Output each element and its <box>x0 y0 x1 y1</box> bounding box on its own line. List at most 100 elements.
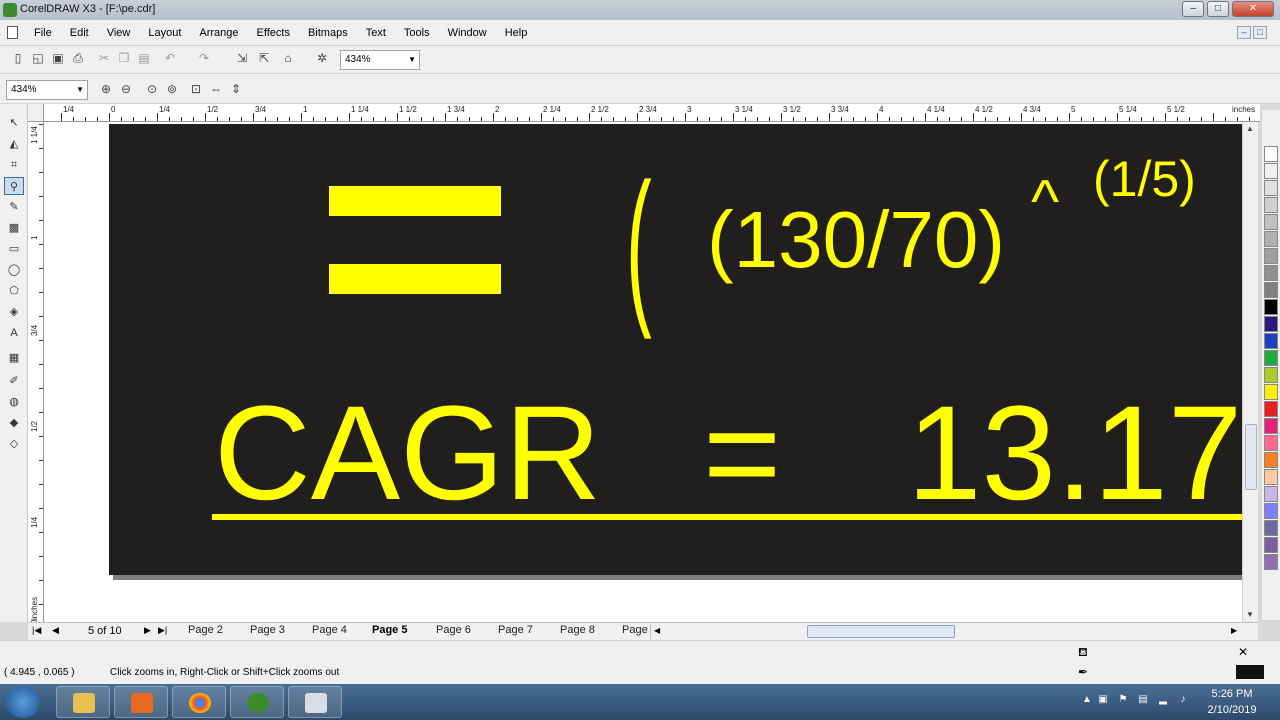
last-page-icon[interactable]: ▶| <box>158 625 167 636</box>
zoom-tool-icon[interactable]: ⚲ <box>4 177 24 195</box>
menu-file[interactable]: File <box>34 27 52 39</box>
color-swatch[interactable] <box>1264 435 1278 451</box>
page-tab-8[interactable]: Page 8 <box>560 624 595 636</box>
page-tab-9[interactable]: Page <box>622 624 648 636</box>
cagr-label-text[interactable]: CAGR <box>214 387 601 521</box>
caret-text[interactable]: ^ <box>1031 172 1059 232</box>
paste-icon[interactable]: ▤ <box>136 50 152 66</box>
color-swatch[interactable] <box>1264 469 1278 485</box>
taskbar-coreldraw[interactable] <box>230 686 284 718</box>
taskbar-window[interactable] <box>288 686 342 718</box>
color-swatch[interactable] <box>1264 350 1278 366</box>
scroll-down-icon[interactable]: ▼ <box>1246 610 1254 619</box>
volume-icon[interactable]: ♪ <box>1176 694 1190 708</box>
print-icon[interactable]: ⎙ <box>70 50 86 66</box>
shape-tool-icon[interactable]: ◭ <box>4 135 24 153</box>
vertical-scroll-thumb[interactable] <box>1245 424 1257 490</box>
save-icon[interactable]: ▣ <box>50 50 66 66</box>
equals-bar-bottom[interactable] <box>329 264 501 294</box>
page-tab-7[interactable]: Page 7 <box>498 624 533 636</box>
ruler-corner[interactable] <box>28 104 44 122</box>
undo-icon[interactable]: ↶ <box>162 50 178 66</box>
fill-tool-icon[interactable]: ◆ <box>4 414 24 432</box>
page-tab-2[interactable]: Page 2 <box>188 624 223 636</box>
page-tab-3[interactable]: Page 3 <box>250 624 285 636</box>
outline-tool-icon[interactable]: ◍ <box>4 393 24 411</box>
scroll-right-icon[interactable]: ▶ <box>1231 626 1237 635</box>
clock-time[interactable]: 5:26 PM <box>1206 688 1258 700</box>
device-icon[interactable]: ▤ <box>1136 694 1150 708</box>
color-swatch[interactable] <box>1264 554 1278 570</box>
color-swatch[interactable] <box>1264 248 1278 264</box>
zoom-page-height-icon[interactable]: ⇕ <box>228 81 244 97</box>
show-hidden-icons-icon[interactable]: ▲ <box>1080 694 1094 708</box>
color-swatch[interactable] <box>1264 452 1278 468</box>
menu-window[interactable]: Window <box>448 27 487 39</box>
vertical-scrollbar[interactable]: ▲ ▼ <box>1242 122 1258 622</box>
color-swatch[interactable] <box>1264 537 1278 553</box>
import-icon[interactable]: ⇲ <box>234 50 250 66</box>
clock-date[interactable]: 2/10/2019 <box>1202 704 1262 716</box>
flag-icon[interactable]: ⚑ <box>1116 694 1130 708</box>
polygon-tool-icon[interactable]: ⬠ <box>4 282 24 300</box>
vertical-ruler[interactable]: inches 1 1/4 1 3/4 1/2 1/4 0 <box>28 122 44 622</box>
zoom-all-objects-icon[interactable]: ⊚ <box>164 81 180 97</box>
color-swatch[interactable] <box>1264 163 1278 179</box>
drawing-canvas[interactable]: ( (130/70) ^ (1/5) CAGR = 13.17 <box>44 122 1242 622</box>
cut-icon[interactable]: ✂ <box>96 50 112 66</box>
menu-effects[interactable]: Effects <box>257 27 290 39</box>
underline-bar[interactable] <box>212 514 1242 520</box>
cagr-equals-text[interactable]: = <box>703 387 781 521</box>
color-swatch[interactable] <box>1264 418 1278 434</box>
zoom-out-icon[interactable]: ⊖ <box>118 81 134 97</box>
start-button[interactable] <box>6 686 40 718</box>
color-swatch[interactable] <box>1264 214 1278 230</box>
corel-online-icon[interactable]: ✲ <box>314 50 330 66</box>
copy-icon[interactable]: ❐ <box>116 50 132 66</box>
color-swatch[interactable] <box>1264 503 1278 519</box>
menu-edit[interactable]: Edit <box>70 27 89 39</box>
equals-bar-top[interactable] <box>329 186 501 216</box>
color-swatch[interactable] <box>1264 333 1278 349</box>
close-button[interactable]: ✕ <box>1232 1 1274 17</box>
menu-arrange[interactable]: Arrange <box>199 27 238 39</box>
rectangle-tool-icon[interactable]: ▭ <box>4 240 24 258</box>
eyedropper-tool-icon[interactable]: ✐ <box>4 372 24 390</box>
zoom-property-combo[interactable]: 434% ▼ <box>6 80 88 100</box>
crop-tool-icon[interactable]: ⌗ <box>4 156 24 174</box>
menu-text[interactable]: Text <box>366 27 386 39</box>
color-swatch[interactable] <box>1264 486 1278 502</box>
open-icon[interactable]: ◱ <box>30 50 46 66</box>
interactive-blend-tool-icon[interactable]: ▦ <box>4 349 24 367</box>
scroll-up-icon[interactable]: ▲ <box>1246 124 1254 133</box>
text-tool-icon[interactable]: A <box>4 324 24 342</box>
application-launcher-icon[interactable]: ⌂ <box>280 50 296 66</box>
export-icon[interactable]: ⇱ <box>256 50 272 66</box>
page-tab-4[interactable]: Page 4 <box>312 624 347 636</box>
color-swatch[interactable] <box>1264 197 1278 213</box>
pick-tool-icon[interactable]: ↖ <box>4 114 24 132</box>
taskbar-media-player[interactable] <box>114 686 168 718</box>
page-tab-5[interactable]: Page 5 <box>372 624 407 636</box>
zoom-page-icon[interactable]: ⊡ <box>188 81 204 97</box>
interactive-fill-tool-icon[interactable]: ◇ <box>4 435 24 453</box>
page-tab-6[interactable]: Page 6 <box>436 624 471 636</box>
first-page-icon[interactable]: |◀ <box>32 625 41 636</box>
drawing-page[interactable]: ( (130/70) ^ (1/5) CAGR = 13.17 <box>109 124 1242 575</box>
menu-view[interactable]: View <box>107 27 131 39</box>
zoom-in-icon[interactable]: ⊕ <box>98 81 114 97</box>
menu-layout[interactable]: Layout <box>148 27 181 39</box>
color-swatch[interactable] <box>1264 282 1278 298</box>
network-signal-icon[interactable]: ▂ <box>1156 694 1170 708</box>
fraction-text[interactable]: (130/70) <box>707 200 1005 280</box>
smart-fill-tool-icon[interactable]: ▩ <box>4 219 24 237</box>
redo-icon[interactable]: ↷ <box>196 50 212 66</box>
color-swatch[interactable] <box>1264 367 1278 383</box>
color-swatch[interactable] <box>1264 265 1278 281</box>
color-swatch[interactable] <box>1264 180 1278 196</box>
taskbar-explorer[interactable] <box>56 686 110 718</box>
basic-shapes-tool-icon[interactable]: ◈ <box>4 303 24 321</box>
minimize-button[interactable]: – <box>1182 1 1204 17</box>
color-swatch[interactable] <box>1264 401 1278 417</box>
horizontal-scrollbar[interactable]: ◀ ▶ <box>650 624 1258 639</box>
